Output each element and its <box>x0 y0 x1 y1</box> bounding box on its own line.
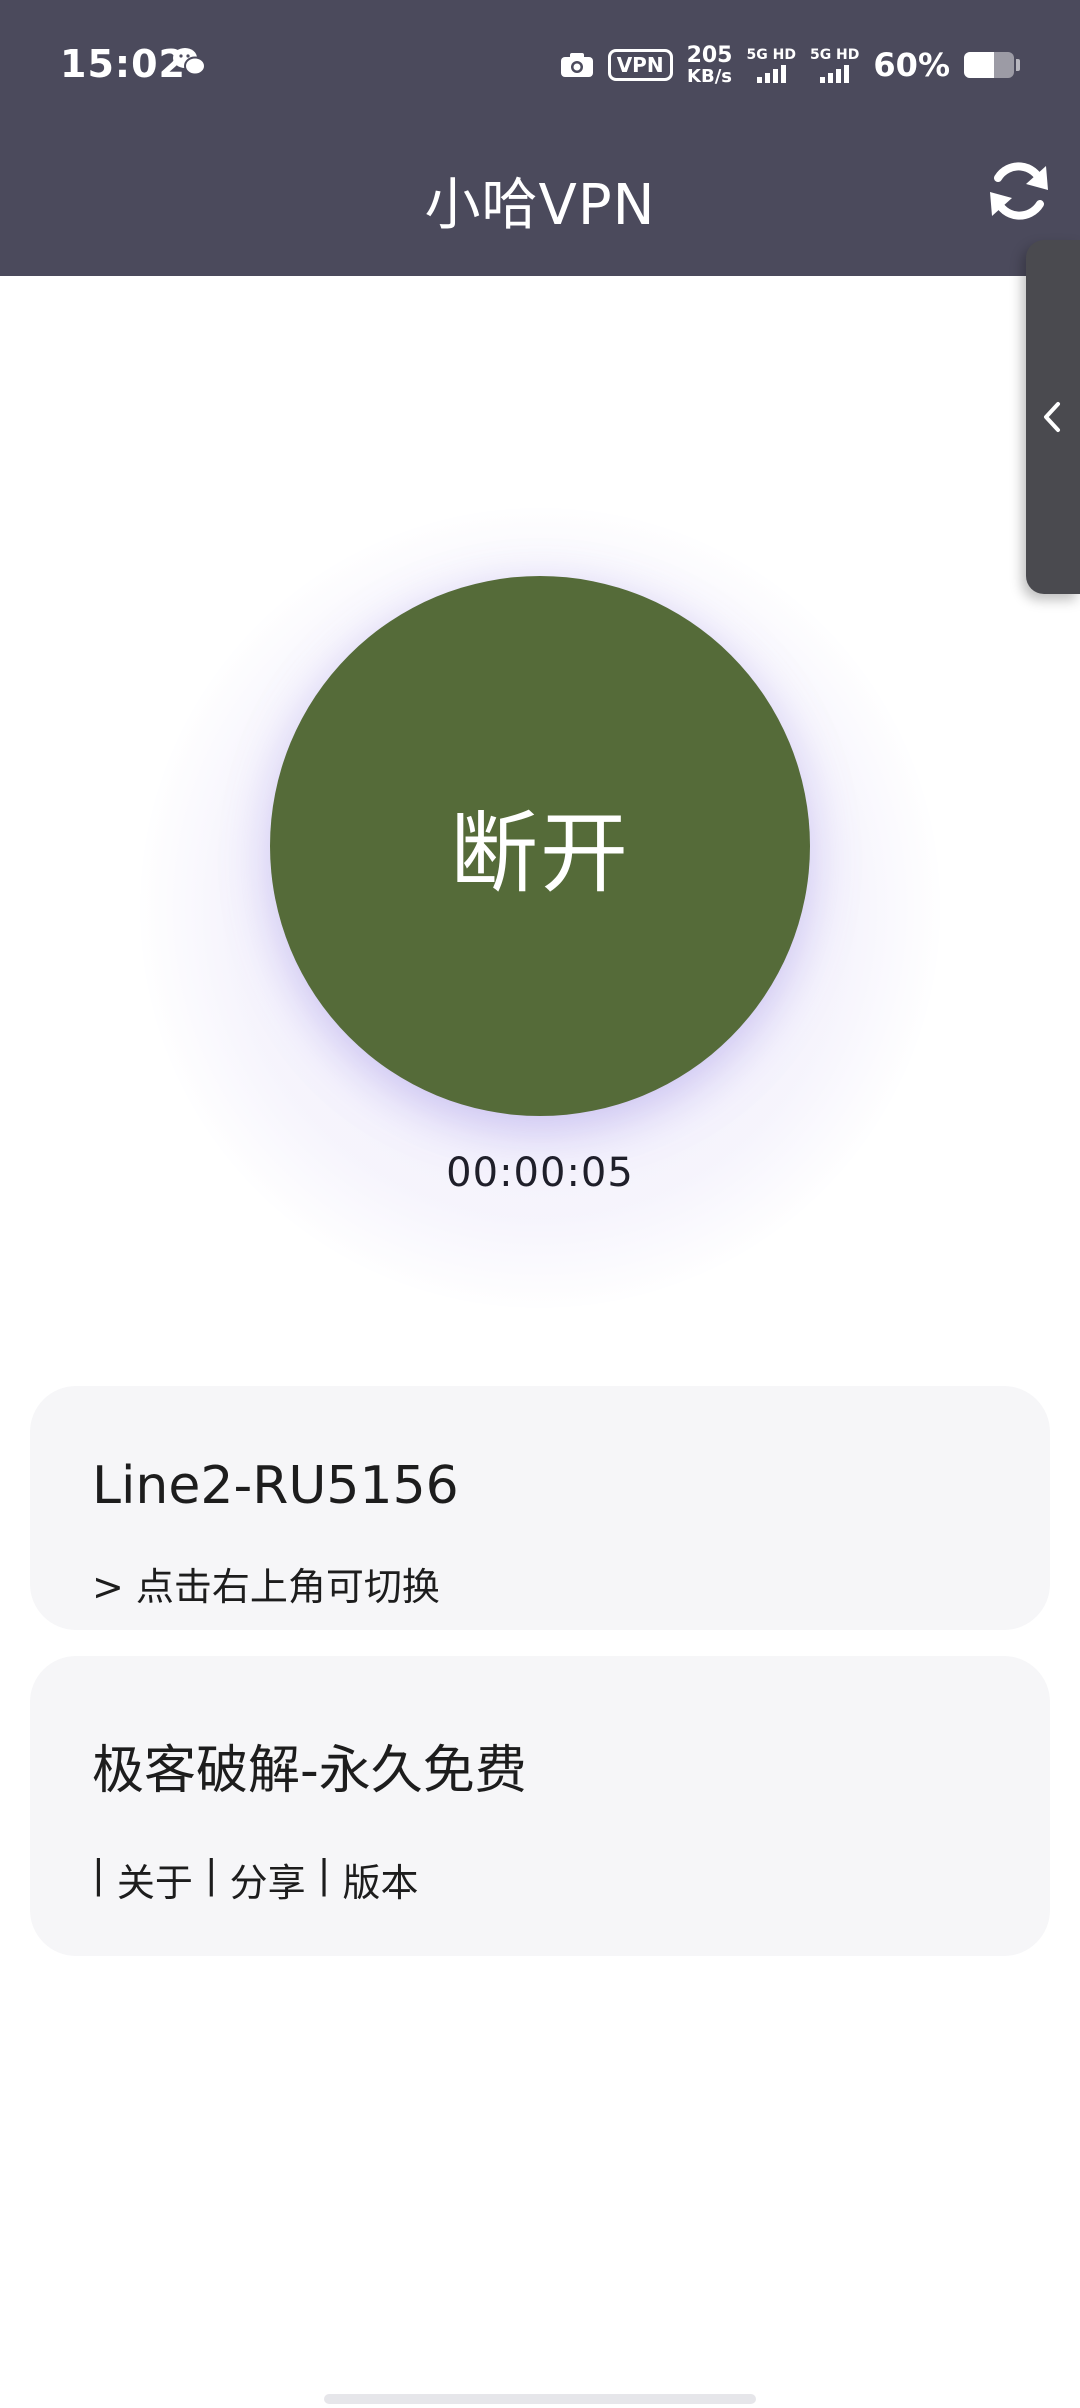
sim2-label: 5G HD <box>809 47 860 63</box>
disconnect-button[interactable]: 断开 <box>270 576 810 1116</box>
link-separator: | <box>92 1852 105 1896</box>
battery-percent: 60% <box>873 46 950 84</box>
battery-tip <box>1016 59 1020 71</box>
connection-timer: 00:00:05 <box>446 1150 634 1196</box>
battery-icon <box>964 52 1014 78</box>
info-title: 极客破解-永久免费 <box>92 1741 527 1801</box>
info-card: 极客破解-永久免费 | 关于 | 分享 | 版本 <box>30 1656 1050 1956</box>
link-separator: | <box>317 1852 331 1896</box>
about-link[interactable]: 关于 <box>117 1852 193 1907</box>
switch-hint: > 点击右上角可切换 <box>92 1565 440 1609</box>
home-indicator[interactable] <box>324 2394 756 2404</box>
sim2-signal: 5G HD <box>810 47 859 83</box>
vpn-badge: VPN <box>607 49 673 81</box>
wechat-icon <box>173 48 206 76</box>
network-speed-value: 205 <box>686 42 733 68</box>
share-link[interactable]: 分享 <box>230 1852 306 1907</box>
refresh-icon[interactable] <box>984 156 1054 226</box>
app-header: 15:02 VPN 205 KB/s 5G HD 5G HD 60% 小哈VPN <box>0 0 1080 276</box>
page-title: 小哈VPN <box>424 173 656 238</box>
signal-bars-icon <box>756 65 786 83</box>
version-link[interactable]: 版本 <box>342 1852 418 1907</box>
chevron-left-icon <box>1044 402 1060 432</box>
sim1-signal: 5G HD <box>747 47 796 83</box>
network-speed: 205 KB/s <box>686 42 733 87</box>
network-speed-unit: KB/s <box>687 65 733 87</box>
side-drawer-handle[interactable] <box>1026 240 1080 594</box>
sim1-label: 5G HD <box>746 47 796 63</box>
info-links: | 关于 | 分享 | 版本 <box>92 1852 418 1907</box>
status-right: VPN 205 KB/s 5G HD 5G HD 60% <box>560 40 1020 90</box>
server-line-name: Line2-RU5156 <box>92 1456 459 1516</box>
signal-bars-icon <box>820 65 850 83</box>
status-time: 15:02 <box>60 42 186 86</box>
link-separator: | <box>204 1852 218 1896</box>
server-line-card[interactable]: Line2-RU5156 > 点击右上角可切换 <box>30 1386 1050 1630</box>
camera-icon <box>560 53 593 77</box>
status-bar: 15:02 VPN 205 KB/s 5G HD 5G HD 60% <box>0 0 1080 130</box>
